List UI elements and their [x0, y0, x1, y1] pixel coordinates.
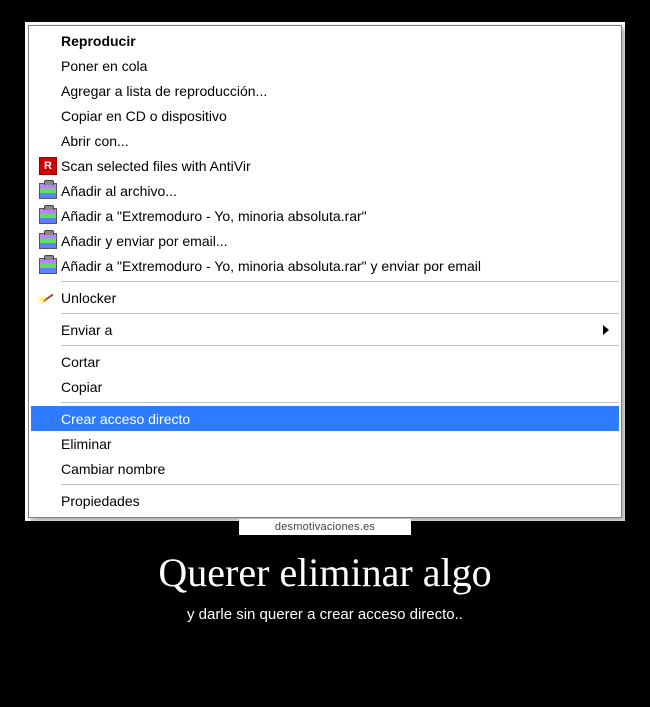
menu-separator [61, 281, 619, 282]
menu-item-label: Propiedades [61, 493, 613, 509]
menu-item[interactable]: Añadir y enviar por email... [31, 228, 619, 253]
menu-item-label: Poner en cola [61, 58, 613, 74]
winrar-icon [39, 258, 57, 274]
menu-separator [61, 402, 619, 403]
menu-item-label: Unlocker [61, 290, 613, 306]
menu-item-icon-slot [35, 231, 61, 251]
menu-item-icon-slot [35, 206, 61, 226]
poster-title: Querer eliminar algo [158, 549, 491, 596]
menu-item-icon-slot: R [35, 156, 61, 176]
winrar-icon [39, 208, 57, 224]
menu-item[interactable]: Añadir a "Extremoduro - Yo, minoria abso… [31, 203, 619, 228]
context-menu[interactable]: Reproducir Poner en cola Agregar a lista d… [28, 25, 622, 518]
chevron-right-icon [603, 325, 609, 335]
menu-separator [61, 313, 619, 314]
menu-item-label: Añadir a "Extremoduro - Yo, minoria abso… [61, 208, 613, 224]
image-frame: Reproducir Poner en cola Agregar a lista d… [25, 22, 625, 521]
menu-item-icon-slot [35, 131, 61, 151]
menu-item-label: Añadir a "Extremoduro - Yo, minoria abso… [61, 258, 613, 274]
menu-item[interactable]: Reproducir [31, 28, 619, 53]
menu-item[interactable]: Unlocker [31, 285, 619, 310]
menu-item-icon-slot [35, 81, 61, 101]
menu-item-icon-slot [35, 377, 61, 397]
menu-item[interactable]: Cortar [31, 349, 619, 374]
menu-item[interactable]: Poner en cola [31, 53, 619, 78]
menu-item-label: Agregar a lista de reproducción... [61, 83, 613, 99]
unlocker-icon [40, 290, 56, 306]
menu-item-label: Eliminar [61, 436, 613, 452]
menu-item-label: Cortar [61, 354, 613, 370]
menu-item-icon-slot [35, 320, 61, 340]
menu-item[interactable]: Copiar en CD o dispositivo [31, 103, 619, 128]
winrar-icon [39, 183, 57, 199]
menu-item[interactable]: Eliminar [31, 431, 619, 456]
menu-item-icon-slot [35, 106, 61, 126]
menu-item-label: Añadir y enviar por email... [61, 233, 613, 249]
menu-item-icon-slot [35, 491, 61, 511]
menu-item[interactable]: Agregar a lista de reproducción... [31, 78, 619, 103]
menu-separator [61, 484, 619, 485]
menu-item-label: Copiar [61, 379, 613, 395]
menu-item-icon-slot [35, 409, 61, 429]
menu-item-icon-slot [35, 56, 61, 76]
menu-separator [61, 345, 619, 346]
watermark-bar: desmotivaciones.es [239, 519, 411, 535]
menu-item-label: Crear acceso directo [61, 411, 613, 427]
menu-item-label: Añadir al archivo... [61, 183, 613, 199]
menu-item[interactable]: Enviar a [31, 317, 619, 342]
menu-item-icon-slot [35, 352, 61, 372]
menu-item[interactable]: Copiar [31, 374, 619, 399]
menu-item-icon-slot [35, 181, 61, 201]
menu-item-icon-slot [35, 288, 61, 308]
menu-item[interactable]: Añadir al archivo... [31, 178, 619, 203]
menu-item-label: Abrir con... [61, 133, 613, 149]
menu-item[interactable]: Cambiar nombre [31, 456, 619, 481]
menu-item-label: Enviar a [61, 322, 603, 338]
menu-item[interactable]: RScan selected files with AntiVir [31, 153, 619, 178]
menu-item-label: Cambiar nombre [61, 461, 613, 477]
menu-item[interactable]: Añadir a "Extremoduro - Yo, minoria abso… [31, 253, 619, 278]
winrar-icon [39, 233, 57, 249]
menu-item[interactable]: Crear acceso directo [31, 406, 619, 431]
menu-item-label: Copiar en CD o dispositivo [61, 108, 613, 124]
menu-item-label: Scan selected files with AntiVir [61, 158, 613, 174]
menu-item-icon-slot [35, 459, 61, 479]
menu-item-icon-slot [35, 31, 61, 51]
poster-subtitle: y darle sin querer a crear acceso direct… [187, 606, 463, 623]
menu-item[interactable]: Abrir con... [31, 128, 619, 153]
menu-item-icon-slot [35, 434, 61, 454]
menu-item[interactable]: Propiedades [31, 488, 619, 513]
demotivational-poster: Reproducir Poner en cola Agregar a lista d… [0, 0, 650, 707]
menu-item-label: Reproducir [61, 33, 613, 49]
menu-item-icon-slot [35, 256, 61, 276]
antivir-icon: R [39, 157, 57, 175]
